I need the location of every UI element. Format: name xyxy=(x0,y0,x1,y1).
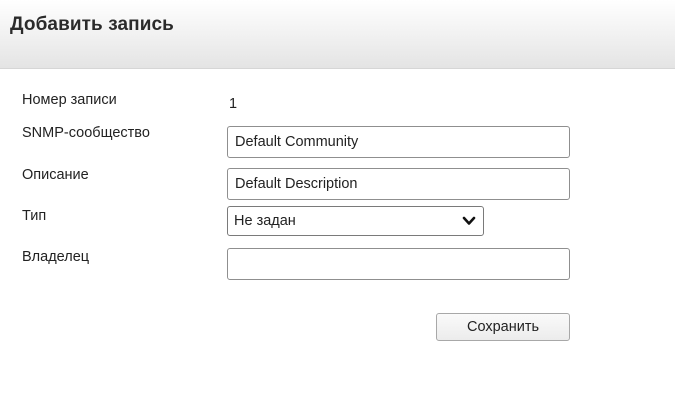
record-number-label: Номер записи xyxy=(22,92,117,108)
chevron-down-icon xyxy=(462,216,476,225)
add-record-panel: Добавить запись Номер записи 1 SNMP-сооб… xyxy=(0,0,675,405)
owner-label: Владелец xyxy=(22,249,90,265)
owner-input[interactable] xyxy=(227,248,570,280)
page-title: Добавить запись xyxy=(10,14,174,35)
type-label: Тип xyxy=(22,208,47,224)
type-select-value: Не задан xyxy=(234,213,296,229)
description-input[interactable] xyxy=(227,168,570,200)
type-select[interactable]: Не задан xyxy=(227,206,484,236)
save-button[interactable]: Сохранить xyxy=(436,313,570,341)
record-number-value: 1 xyxy=(229,96,238,112)
community-input[interactable] xyxy=(227,126,570,158)
description-label: Описание xyxy=(22,167,89,183)
panel-header: Добавить запись xyxy=(0,0,675,69)
community-label: SNMP-сообщество xyxy=(22,125,150,141)
